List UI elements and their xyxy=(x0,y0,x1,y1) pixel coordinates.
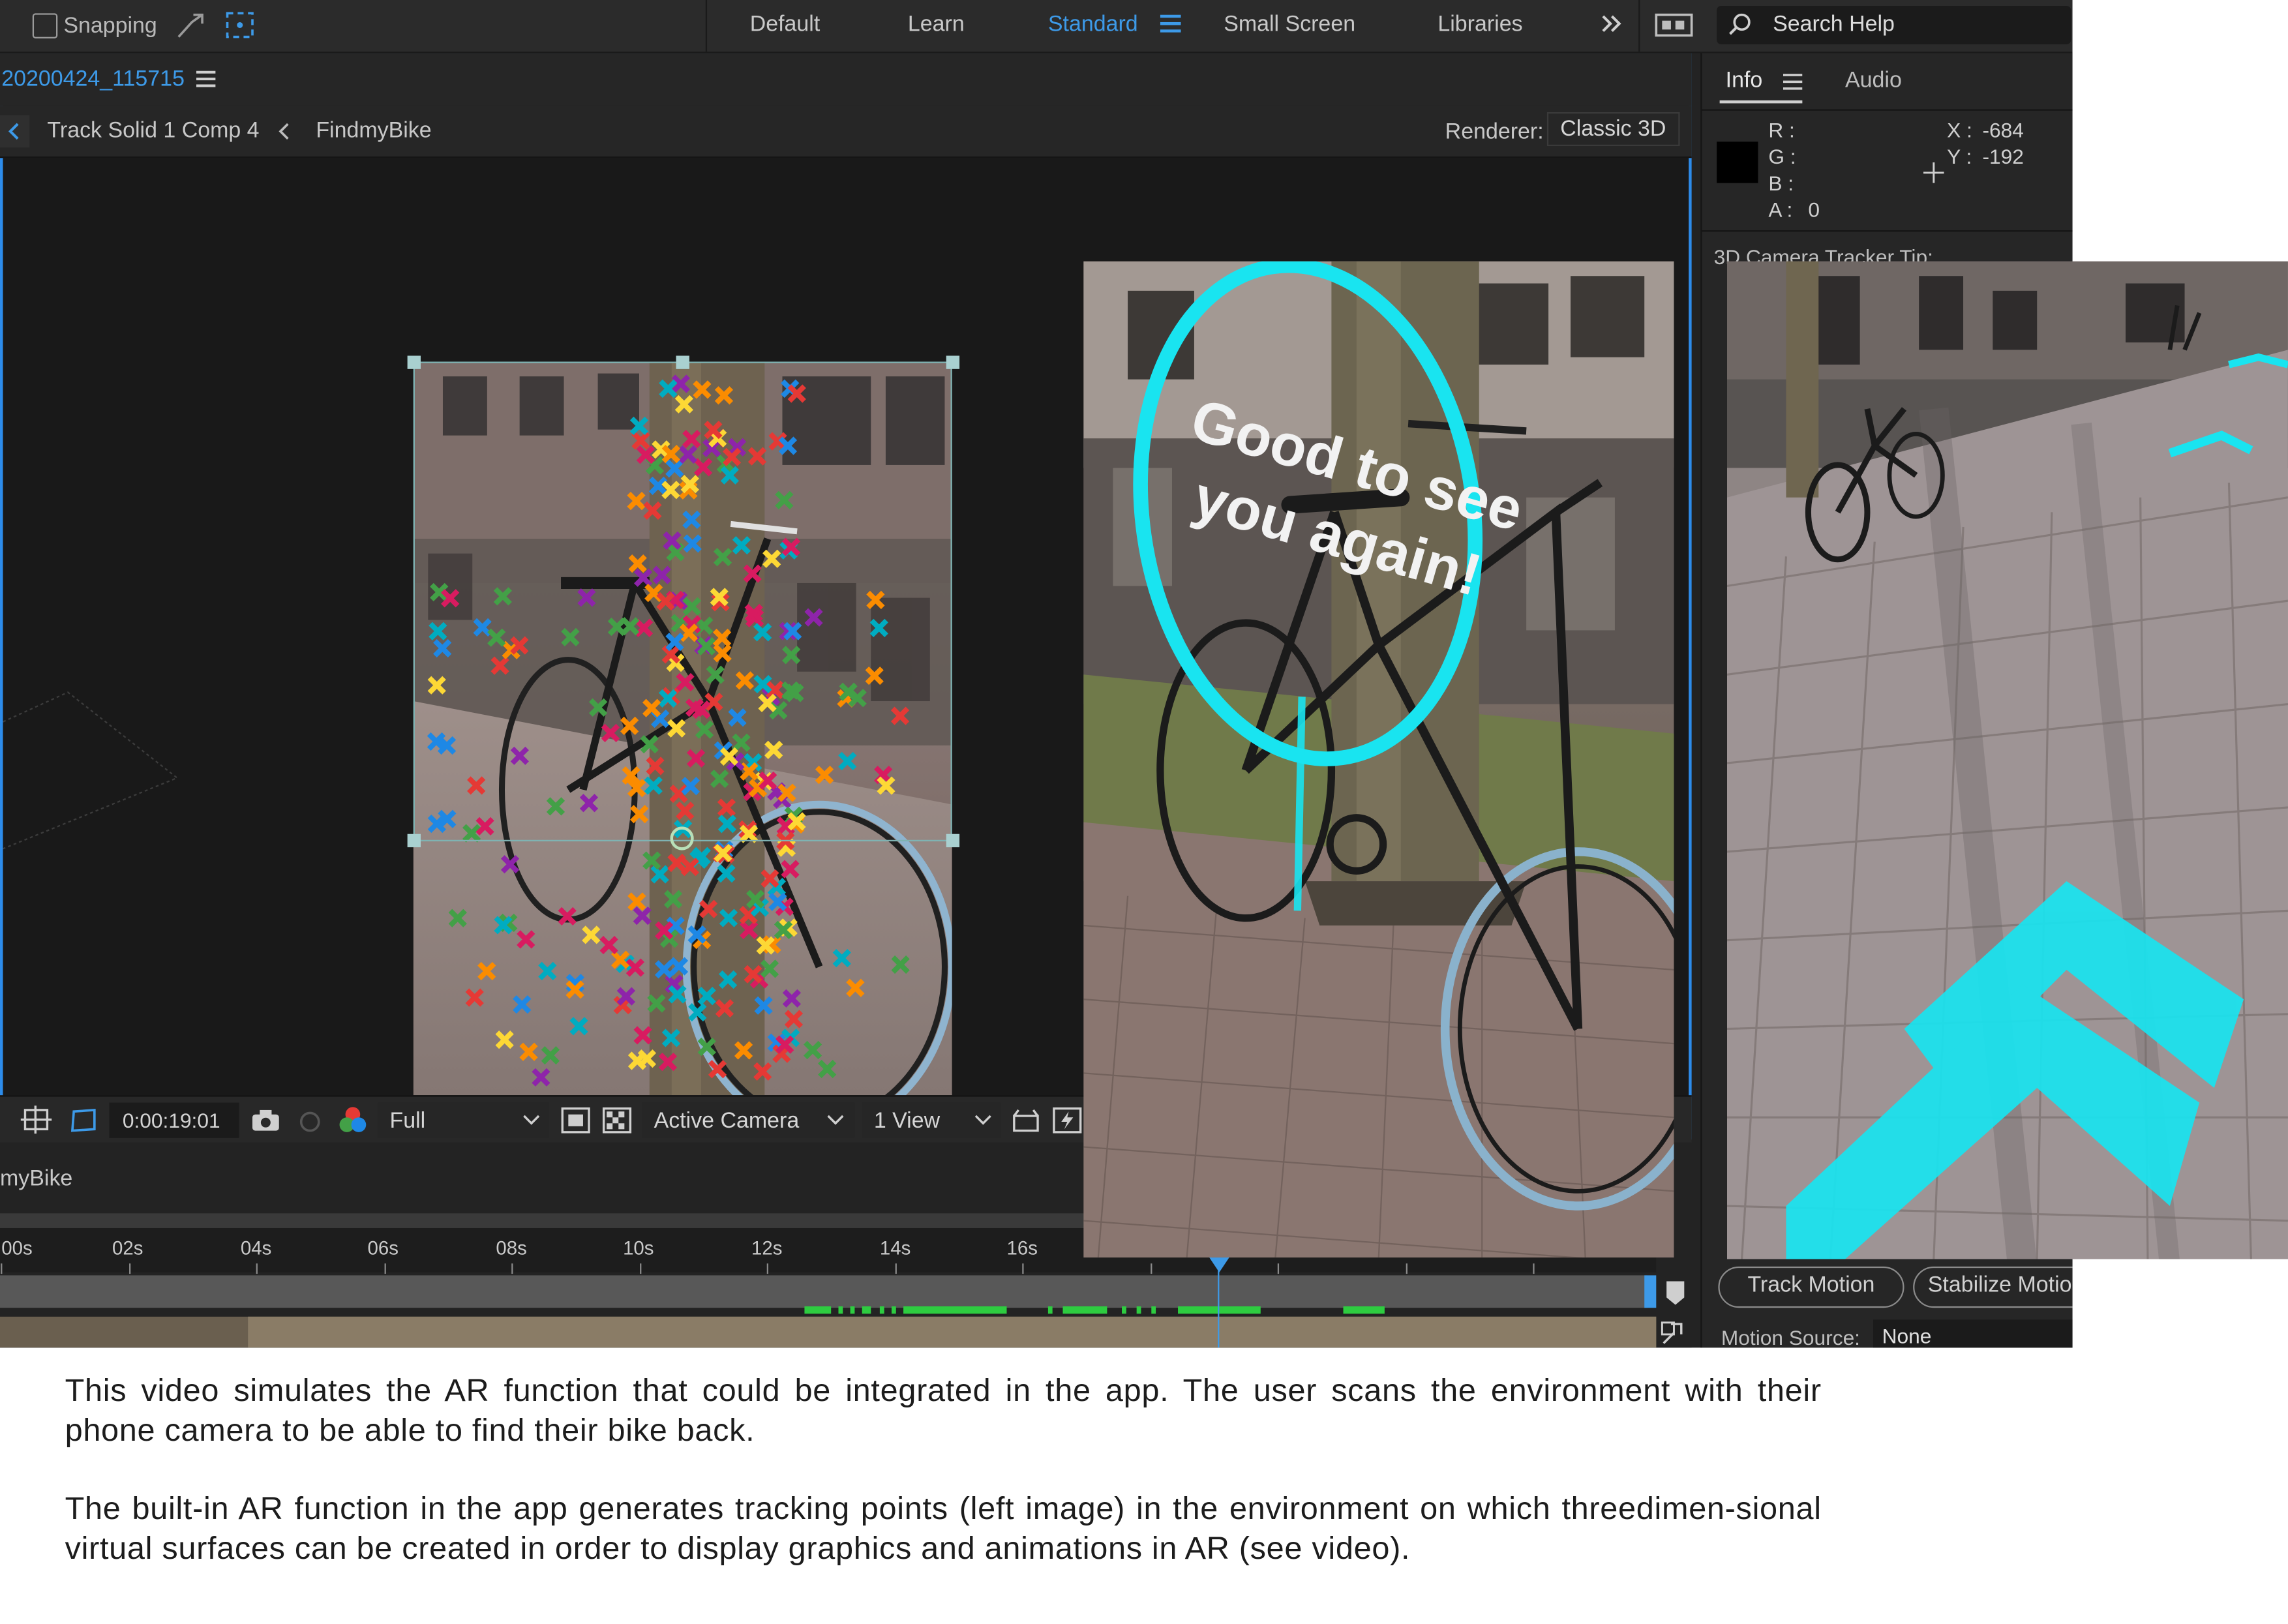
time-ruler-tick: 04s xyxy=(240,1237,272,1259)
renderer-label: Renderer: xyxy=(1445,119,1544,145)
camera-snapshot-icon[interactable] xyxy=(251,1109,280,1132)
time-ruler-tick: 06s xyxy=(367,1237,399,1259)
chevron-down-icon xyxy=(826,1115,844,1126)
fast-preview-icon[interactable] xyxy=(1051,1105,1083,1135)
marker-icon[interactable] xyxy=(1665,1280,1686,1306)
track-motion-label: Track Motion xyxy=(1718,1266,1904,1308)
workspace-default[interactable]: Default xyxy=(750,12,820,37)
transform-handle[interactable] xyxy=(946,834,960,848)
view-layout-value: 1 View xyxy=(873,1108,941,1134)
workspace-menu-icon[interactable] xyxy=(1160,14,1181,33)
snapping-label: Snapping xyxy=(63,13,157,38)
transform-handle[interactable] xyxy=(946,355,960,369)
zoom-timeline-icon[interactable] xyxy=(1659,1317,1689,1348)
crosshair-icon xyxy=(1923,162,1944,183)
timeline-comp-name[interactable]: myBike xyxy=(0,1166,72,1191)
y-value: -192 xyxy=(1982,144,2024,169)
show-snapshot-icon[interactable] xyxy=(295,1109,325,1132)
transform-handle[interactable] xyxy=(407,834,421,848)
region-of-interest-icon[interactable] xyxy=(20,1105,53,1135)
more-workspaces-icon[interactable] xyxy=(1600,13,1623,34)
workspace-toggle-icon[interactable] xyxy=(1655,13,1693,37)
b-label: B : xyxy=(1768,171,1794,195)
motion-source-label: Motion Source: xyxy=(1721,1325,1861,1348)
color-swatch xyxy=(1717,142,1758,183)
view-layout-dropdown[interactable]: 1 View xyxy=(862,1102,1001,1138)
workspace-learn[interactable]: Learn xyxy=(908,12,965,37)
a-value: 0 xyxy=(1808,198,1820,222)
ar-bike-photo: Good to see you again! xyxy=(1083,261,1674,1258)
search-help-field[interactable]: Search Help xyxy=(1717,6,2071,44)
layer-track[interactable] xyxy=(0,1275,1648,1308)
composition-tab[interactable]: 20200424_115715 xyxy=(1,67,185,91)
workspace-small-screen[interactable]: Small Screen xyxy=(1224,12,1355,37)
layer-duration-bar[interactable] xyxy=(248,1316,1657,1348)
ruler-ticks xyxy=(1,1263,1535,1274)
time-ruler-tick: 08s xyxy=(496,1237,527,1259)
chevron-left-icon xyxy=(275,119,292,143)
camera-view-dropdown[interactable]: Active Camera xyxy=(642,1102,855,1138)
cache-indicator xyxy=(804,1306,1385,1314)
time-ruler-tick: 10s xyxy=(623,1237,654,1259)
transform-handle[interactable] xyxy=(676,355,689,369)
workspace-libraries[interactable]: Libraries xyxy=(1438,12,1522,37)
breadcrumb-item[interactable]: Track Solid 1 Comp 4 xyxy=(47,118,259,143)
g-label: G : xyxy=(1768,144,1796,169)
timecode-field[interactable]: 0:00:19:01 xyxy=(109,1102,239,1138)
time-ruler-tick: 02s xyxy=(112,1237,143,1259)
a-label: A : xyxy=(1768,198,1793,222)
chevron-down-icon xyxy=(974,1115,992,1126)
y-label: Y : xyxy=(1947,144,1972,169)
camera-ground-plane xyxy=(3,691,179,850)
tab-info[interactable]: Info xyxy=(1726,68,1763,93)
out-point-handle[interactable] xyxy=(1644,1275,1657,1308)
r-label: R : xyxy=(1768,118,1795,142)
breadcrumb-back-button[interactable] xyxy=(0,115,30,148)
time-ruler-tick: 16s xyxy=(1006,1237,1038,1259)
motion-source-dropdown[interactable]: None xyxy=(1873,1319,2073,1348)
search-icon xyxy=(1727,12,1754,38)
x-label: X : xyxy=(1947,118,1972,142)
bike-footage-image xyxy=(413,361,952,1096)
time-ruler-tick: 00s xyxy=(1,1237,33,1259)
chevron-down-icon xyxy=(522,1115,540,1126)
track-motion-button[interactable]: Track Motion xyxy=(1718,1266,1904,1308)
mask-path-icon[interactable] xyxy=(68,1105,100,1135)
transform-handle[interactable] xyxy=(407,355,421,369)
motion-source-value: None xyxy=(1882,1324,1932,1348)
ar-message-scene: Good to see you again! xyxy=(1083,261,1674,1258)
renderer-button[interactable]: Classic 3D xyxy=(1546,112,1679,147)
panel-menu-icon[interactable] xyxy=(196,70,216,87)
fast-previews-icon[interactable] xyxy=(561,1107,590,1134)
transparency-grid-icon[interactable] xyxy=(602,1107,632,1134)
ar-arrows-scene xyxy=(1726,261,2288,1259)
resolution-value: Full xyxy=(389,1108,426,1134)
panel-menu-icon[interactable] xyxy=(1783,74,1803,90)
x-value: -684 xyxy=(1982,118,2024,142)
time-ruler-tick: 14s xyxy=(879,1237,911,1259)
workspace-standard[interactable]: Standard xyxy=(1048,12,1138,37)
toggle-pixel-aspect-icon[interactable] xyxy=(1010,1105,1042,1135)
ar-street-photo xyxy=(1726,261,2288,1259)
caption-paragraph: This video simulates the AR function tha… xyxy=(65,1372,1822,1449)
time-ruler-tick: 12s xyxy=(751,1237,783,1259)
stabilize-motion-button[interactable]: Stabilize Motio xyxy=(1913,1266,2073,1308)
workspace-bar: Snapping Default Learn Standard Small Sc… xyxy=(0,0,2073,53)
resolution-dropdown[interactable]: Full xyxy=(378,1102,549,1138)
breadcrumb: Track Solid 1 Comp 4 FindmyBike Renderer… xyxy=(0,106,1692,158)
composition-tab-bar: 20200424_115715 xyxy=(0,53,1692,106)
anchor-point-icon[interactable] xyxy=(670,826,694,850)
stabilize-motion-label: Stabilize Motio xyxy=(1913,1266,2073,1308)
camera-view-value: Active Camera xyxy=(654,1108,800,1134)
color-channels-icon[interactable] xyxy=(338,1105,367,1135)
breadcrumb-item[interactable]: FindmyBike xyxy=(316,118,431,143)
tab-audio[interactable]: Audio xyxy=(1845,68,1902,93)
snap-tool-icon[interactable] xyxy=(174,10,207,40)
caption-paragraph: The built-in AR function in the app gene… xyxy=(65,1490,1822,1567)
tracked-footage-layer[interactable] xyxy=(413,361,952,1096)
timecode: 0:00:19:01 xyxy=(122,1108,220,1132)
search-placeholder: Search Help xyxy=(1773,12,1895,37)
snapping-checkbox[interactable] xyxy=(32,13,58,38)
expand-frame-icon[interactable] xyxy=(224,10,257,40)
